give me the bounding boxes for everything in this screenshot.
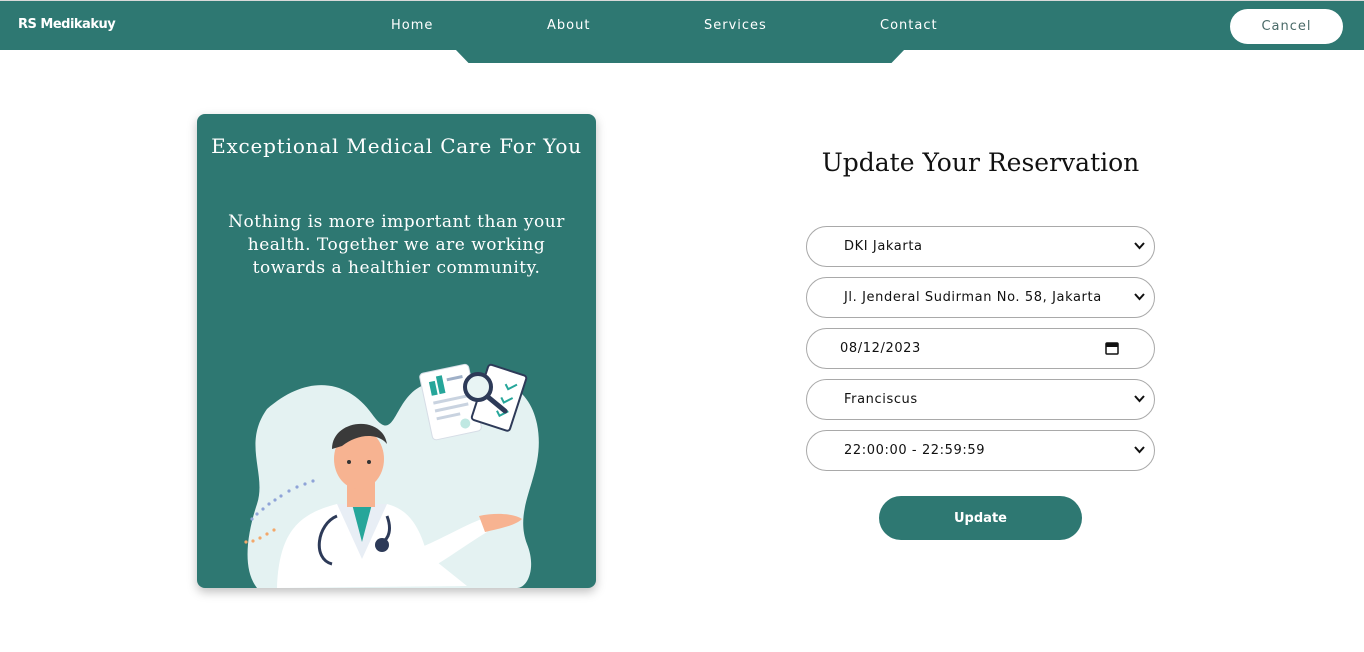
doctor-illustration xyxy=(244,363,539,588)
nav-notch xyxy=(455,49,905,63)
time-slot-select[interactable]: 22:00:00 - 22:59:59 xyxy=(806,430,1155,471)
date-input[interactable]: 08/12/2023 xyxy=(806,328,1155,369)
chevron-down-icon xyxy=(1134,395,1145,403)
nav-link-contact[interactable]: Contact xyxy=(880,18,938,33)
calendar-icon[interactable] xyxy=(1105,341,1119,355)
card-title: Exceptional Medical Care For You xyxy=(211,134,582,158)
cancel-button[interactable]: Cancel xyxy=(1230,9,1343,44)
nav-link-services[interactable]: Services xyxy=(704,18,767,33)
province-select[interactable]: DKI Jakarta xyxy=(806,226,1155,267)
brand-logo[interactable]: RS Medikakuy xyxy=(18,17,116,32)
hospital-value: Jl. Jenderal Sudirman No. 58, Jakarta xyxy=(844,290,1102,305)
form-title: Update Your Reservation xyxy=(821,148,1140,177)
nav-link-home[interactable]: Home xyxy=(391,18,433,33)
nav-link-about[interactable]: About xyxy=(547,18,590,33)
time-slot-value: 22:00:00 - 22:59:59 xyxy=(844,443,986,458)
province-value: DKI Jakarta xyxy=(844,239,923,254)
navbar: RS Medikakuy Home About Services Contact… xyxy=(0,0,1364,50)
chevron-down-icon xyxy=(1134,293,1145,301)
hospital-select[interactable]: Jl. Jenderal Sudirman No. 58, Jakarta xyxy=(806,277,1155,318)
info-card: Exceptional Medical Care For You Nothing… xyxy=(197,114,596,588)
doctor-select[interactable]: Franciscus xyxy=(806,379,1155,420)
date-value: 08/12/2023 xyxy=(840,341,921,356)
chevron-down-icon xyxy=(1134,242,1145,250)
doctor-value: Franciscus xyxy=(844,392,918,407)
update-button[interactable]: Update xyxy=(879,496,1082,540)
card-description: Nothing is more important than your heal… xyxy=(228,212,565,278)
chevron-down-icon xyxy=(1134,446,1145,454)
